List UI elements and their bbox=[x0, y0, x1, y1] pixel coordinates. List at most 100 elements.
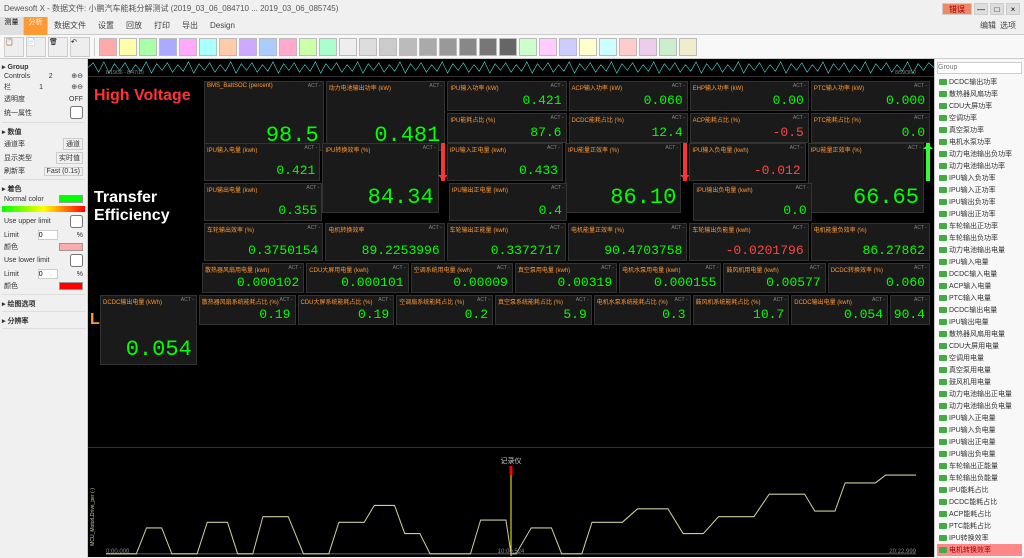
tab-measure[interactable]: 测量 bbox=[0, 17, 24, 35]
meter-cell[interactable]: 车轮输出效率 (%)ACT -0.3750154 bbox=[204, 223, 323, 261]
meter-cell[interactable]: 电机水泵用电量 (kwh)ACT -0.000155 bbox=[619, 263, 721, 293]
channel-item[interactable]: 车轮输出正功率 bbox=[937, 220, 1022, 232]
channel-item[interactable]: 动力电池输出正电量 bbox=[937, 388, 1022, 400]
channel-item[interactable]: 真空泵用电量 bbox=[937, 364, 1022, 376]
meter-cell[interactable]: EHP输入功率 (kW)ACT -0.00 bbox=[690, 81, 809, 111]
widget-icon[interactable] bbox=[139, 38, 157, 56]
meter-cell[interactable]: IPU输出正电量 (kwh)ACT -0.4 bbox=[449, 183, 567, 221]
meter-cell[interactable]: PTC能耗占比 (%)ACT -0.0 bbox=[811, 113, 930, 143]
channel-item[interactable]: 车轮输出正能量 bbox=[937, 460, 1022, 472]
widget-icon[interactable] bbox=[119, 38, 137, 56]
widget-icon[interactable] bbox=[439, 38, 457, 56]
meter-cell[interactable]: 空调扇系统能耗占比 (%)ACT -0.2 bbox=[396, 295, 493, 325]
channel-item[interactable]: 动力电池输出负功率 bbox=[937, 148, 1022, 160]
meter-cell[interactable]: 真空泵系统能耗占比 (%)ACT -5.9 bbox=[495, 295, 592, 325]
channel-item[interactable]: IPU输出正电量 bbox=[937, 436, 1022, 448]
meter-cell[interactable]: ACP能耗占比 (%)ACT --0.5 bbox=[690, 113, 809, 143]
widget-icon[interactable] bbox=[219, 38, 237, 56]
widget-icon[interactable] bbox=[679, 38, 697, 56]
meter-cell[interactable]: ACT -90.4 bbox=[890, 295, 930, 325]
widget-icon[interactable] bbox=[299, 38, 317, 56]
widget-icon[interactable] bbox=[499, 38, 517, 56]
channel-item[interactable]: IPU输出电量 bbox=[937, 316, 1022, 328]
delete-button[interactable]: 🗑 bbox=[48, 37, 68, 57]
paste-button[interactable]: 📄 bbox=[26, 37, 46, 57]
meter-cell[interactable]: DCDC转换效率 (%)ACT -0.060 bbox=[828, 263, 930, 293]
waveform-overview[interactable]: 8/19/36 - 8/47/10 8/59/36.0 bbox=[88, 59, 934, 77]
lower-check[interactable] bbox=[70, 254, 83, 267]
channel-item[interactable]: DCDC能耗占比 bbox=[937, 496, 1022, 508]
channel-item[interactable]: CDU大屏功率 bbox=[937, 100, 1022, 112]
color-gradient[interactable] bbox=[2, 206, 85, 212]
channel-item[interactable]: IPU输入正电量 bbox=[937, 412, 1022, 424]
meter-cell[interactable]: 鼓风机用电量 (kwh)ACT -0.00577 bbox=[723, 263, 825, 293]
channel-item[interactable]: IPU输出负功率 bbox=[937, 196, 1022, 208]
widget-icon[interactable] bbox=[599, 38, 617, 56]
widget-icon[interactable] bbox=[379, 38, 397, 56]
meter-cell[interactable]: ACP输入功率 (kW)ACT -0.060 bbox=[569, 81, 688, 111]
meter-cell[interactable]: BMS_BattSOC (percent)ACT -98.5 bbox=[204, 81, 324, 151]
channel-item[interactable]: DCDC输入电量 bbox=[937, 268, 1022, 280]
meter-cell[interactable]: IPU输入功率 (kW)ACT -0.421 bbox=[447, 81, 566, 111]
upper-color[interactable] bbox=[59, 243, 83, 251]
lower-input[interactable] bbox=[38, 269, 58, 279]
channel-item[interactable]: PTC能耗占比 bbox=[937, 520, 1022, 532]
error-button[interactable]: 错误 bbox=[942, 3, 972, 15]
menu-print[interactable]: 打印 bbox=[148, 20, 176, 31]
channel-item[interactable]: 鼓风机用电量 bbox=[937, 376, 1022, 388]
channel-item[interactable]: IPU输出正功率 bbox=[937, 208, 1022, 220]
widget-icon[interactable] bbox=[619, 38, 637, 56]
channel-item[interactable]: IPU能耗占比 bbox=[937, 484, 1022, 496]
meter-cell[interactable]: 电机转换效率ACT -89.2253996 bbox=[325, 223, 444, 261]
widget-icon[interactable] bbox=[399, 38, 417, 56]
channel-item[interactable]: IPU输出负电量 bbox=[937, 448, 1022, 460]
menu-setup[interactable]: 设置 bbox=[92, 20, 120, 31]
meter-cell[interactable]: IPU转换效率 (%)ACT -84.34 bbox=[322, 143, 438, 213]
transparency-toggle[interactable]: OFF bbox=[69, 96, 83, 103]
display-select[interactable]: 实时值 bbox=[56, 152, 83, 164]
menu-options[interactable]: 选项 bbox=[1000, 20, 1016, 31]
upper-input[interactable] bbox=[38, 230, 58, 240]
widget-icon[interactable] bbox=[279, 38, 297, 56]
meter-cell[interactable]: 散热器风扇系统能耗占比 (%)ACT -0.19 bbox=[199, 295, 296, 325]
meter-cell[interactable]: 电机能量正效率 (%)ACT -90.4703758 bbox=[568, 223, 687, 261]
lower-color[interactable] bbox=[59, 282, 83, 290]
tab-analyze[interactable]: 分析 bbox=[24, 17, 48, 35]
meter-cell[interactable]: CDU大屏用电量 (kwh)ACT -0.000101 bbox=[306, 263, 408, 293]
widget-icon[interactable] bbox=[259, 38, 277, 56]
meter-cell[interactable]: DCDC能耗占比 (%)ACT -12.4 bbox=[569, 113, 688, 143]
close-button[interactable]: × bbox=[1006, 3, 1020, 15]
channel-item[interactable]: 电机水泵功率 bbox=[937, 136, 1022, 148]
channel-item[interactable]: 车轮输出负功率 bbox=[937, 232, 1022, 244]
menu-edit[interactable]: 编辑 bbox=[980, 20, 996, 31]
widget-icon[interactable] bbox=[239, 38, 257, 56]
meter-cell[interactable]: 空调系统用电量 (kwh)ACT -0.00009 bbox=[411, 263, 513, 293]
menu-export[interactable]: 导出 bbox=[176, 20, 204, 31]
meter-cell[interactable]: IPU能量正效率 (%)ACT -66.65 bbox=[808, 143, 924, 213]
widget-icon[interactable] bbox=[579, 38, 597, 56]
channel-item[interactable]: 真空泵功率 bbox=[937, 124, 1022, 136]
meter-cell[interactable]: DCDC输出电量 (kwh)ACT -0.054 bbox=[791, 295, 888, 325]
channel-select[interactable]: 通道 bbox=[63, 138, 83, 150]
widget-icon[interactable] bbox=[459, 38, 477, 56]
widget-icon[interactable] bbox=[519, 38, 537, 56]
menu-datafile[interactable]: 数据文件 bbox=[48, 20, 92, 31]
channel-item[interactable]: 电机转换效率 bbox=[937, 544, 1022, 556]
channel-item[interactable]: 空调功率 bbox=[937, 112, 1022, 124]
channel-item[interactable]: 动力电池输出功率 bbox=[937, 160, 1022, 172]
channel-search[interactable] bbox=[937, 62, 1022, 74]
uniform-check[interactable] bbox=[70, 106, 83, 119]
widget-icon[interactable] bbox=[539, 38, 557, 56]
menu-design[interactable]: Design bbox=[204, 21, 241, 30]
channel-item[interactable]: 空调用电量 bbox=[937, 352, 1022, 364]
recorder-chart[interactable]: 记录仪 0:00.000 10:00.524 20:22.999 MCU_Mot… bbox=[88, 447, 934, 557]
menu-replay[interactable]: 回放 bbox=[120, 20, 148, 31]
meter-cell[interactable]: 车轮输出负能量 (kwh)ACT --0.0201796 bbox=[689, 223, 808, 261]
channel-item[interactable]: ACP输入电量 bbox=[937, 280, 1022, 292]
meter-cell[interactable]: 电机能量负效率 (%)ACT -86.27862 bbox=[811, 223, 930, 261]
channel-item[interactable]: IPU输入负电量 bbox=[937, 424, 1022, 436]
meter-cell[interactable]: IPU输出电量 (kwh)ACT -0.355 bbox=[204, 183, 322, 221]
meter-cell[interactable]: IPU输入电量 (kwh)ACT -0.421 bbox=[204, 143, 320, 181]
widget-icon[interactable] bbox=[359, 38, 377, 56]
normal-color[interactable] bbox=[59, 195, 83, 203]
